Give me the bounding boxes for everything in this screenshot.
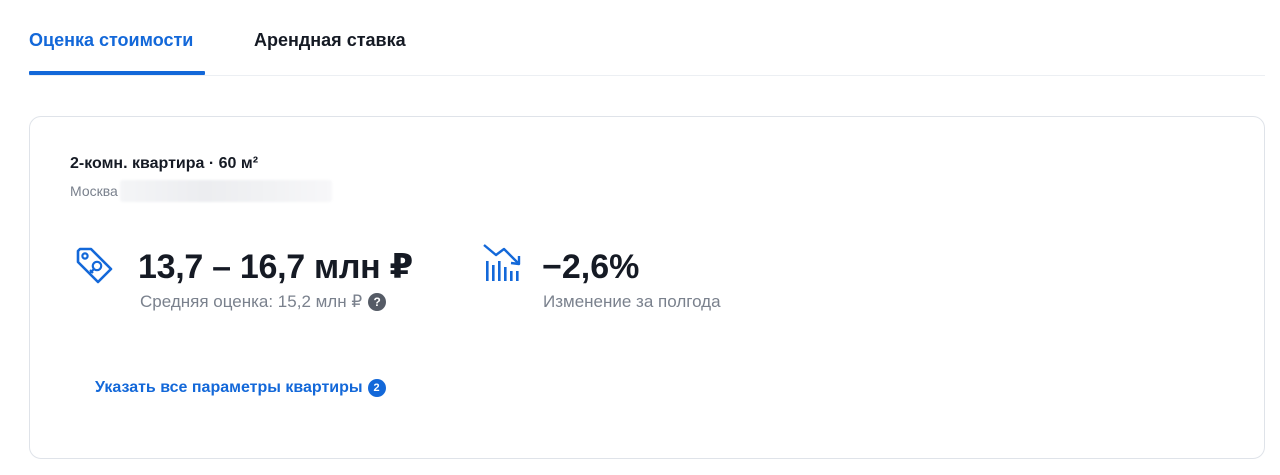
address-redacted [119,180,332,202]
average-valuation-text: Средняя оценка: 15,2 млн ₽ [140,292,363,311]
price-change-label: Изменение за полгода [543,292,721,311]
help-icon[interactable]: ? [368,293,387,311]
valuation-card: 2-комн. квартира · 60 м² Москва 13,7 – 1… [29,116,1265,459]
address-city: Москва [70,183,118,199]
tab-bar: Оценка стоимости Арендная ставка [29,0,1265,76]
specify-params-label[interactable]: Указать все параметры квартиры [95,379,363,397]
active-tab-indicator [29,71,205,75]
average-valuation: Средняя оценка: 15,2 млн ₽ ? [140,291,387,313]
params-count-badge: 2 [367,379,386,397]
price-change-value: −2,6% [542,248,640,286]
trend-down-chart-icon [483,244,521,281]
property-address: Москва [70,180,332,202]
tab-valuation[interactable]: Оценка стоимости [29,28,193,52]
price-range: 13,7 – 16,7 млн ₽ [138,248,413,286]
specify-params-link[interactable]: Указать все параметры квартиры 2 [95,379,386,397]
price-tag-icon [76,247,113,284]
tab-rent-rate[interactable]: Арендная ставка [254,28,406,52]
property-title: 2-комн. квартира · 60 м² [70,155,259,172]
